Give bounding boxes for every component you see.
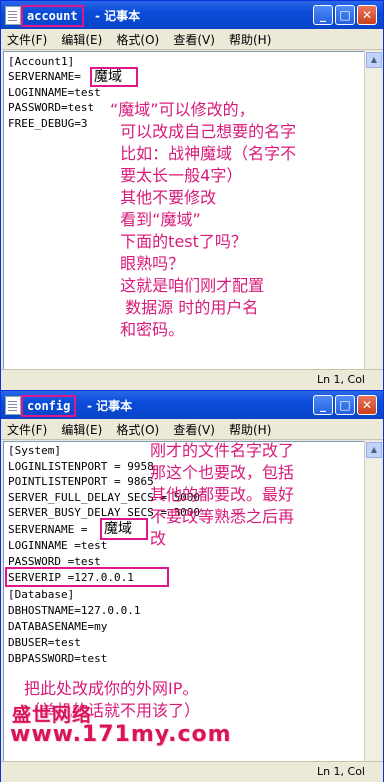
servername-value: 魔域 — [104, 521, 132, 537]
window-file-name: config — [21, 395, 77, 417]
menu-edit[interactable]: 编辑(E) — [55, 29, 105, 48]
menu-help[interactable]: 帮助(H) — [223, 29, 274, 48]
notepad-icon — [5, 6, 21, 25]
menu-view[interactable]: 查看(V) — [167, 29, 218, 48]
line-databasename: DATABASENAME=my — [8, 620, 108, 633]
vertical-scrollbar[interactable]: ▲ — [364, 441, 382, 761]
minimize-button[interactable]: _ — [313, 5, 333, 25]
menu-format[interactable]: 格式(O) — [110, 419, 162, 438]
close-button[interactable]: ✕ — [357, 395, 377, 415]
line-servername: SERVERNAME= — [8, 70, 81, 83]
title-bar[interactable]: config - 记事本 _ □ ✕ — [1, 391, 383, 419]
menu-format[interactable]: 格式(O) — [110, 29, 162, 48]
menu-view[interactable]: 查看(V) — [167, 419, 218, 438]
line-pointlistenport: POINTLISTENPORT = 9865 — [8, 475, 154, 488]
menu-bar: 文件(F) 编辑(E) 格式(O) 查看(V) 帮助(H) — [1, 29, 383, 50]
notepad-icon — [5, 396, 21, 415]
line-serverip: SERVERIP =127.0.0.1 — [8, 571, 134, 584]
menu-file[interactable]: 文件(F) — [1, 419, 50, 438]
scroll-up-icon[interactable]: ▲ — [366, 52, 382, 68]
scroll-up-icon[interactable]: ▲ — [366, 442, 382, 458]
line-free-debug: FREE_DEBUG=3 — [8, 117, 88, 130]
line-account: [Account1] — [8, 55, 75, 68]
menu-bar: 文件(F) 编辑(E) 格式(O) 查看(V) 帮助(H) — [1, 419, 383, 440]
title-bar[interactable]: account - 记事本 _ □ ✕ — [1, 1, 383, 29]
line-dbhostname: DBHOSTNAME=127.0.0.1 — [8, 604, 141, 617]
line-database: [Database] — [8, 588, 75, 601]
line-password: PASSWORD=test — [8, 101, 95, 114]
window-app-name: - 记事本 — [95, 9, 141, 23]
servername-value: 魔域 — [94, 69, 122, 85]
vertical-scrollbar[interactable]: ▲ — [364, 51, 382, 369]
watermark-url: www.171my.com — [10, 722, 232, 747]
menu-edit[interactable]: 编辑(E) — [55, 419, 105, 438]
line-dbuser: DBUSER=test — [8, 636, 81, 649]
status-bar: Ln 1, Col — [1, 761, 383, 782]
status-bar: Ln 1, Col — [1, 369, 383, 390]
annotation-note-top: 刚才的文件名字改了 那这个也要改，包括 其他的都要改。最好 不要改等熟悉之后再 … — [150, 441, 295, 548]
line-system: [System] — [8, 444, 61, 457]
menu-help[interactable]: 帮助(H) — [223, 419, 274, 438]
menu-file[interactable]: 文件(F) — [1, 29, 50, 48]
text-editor[interactable]: [Account1] SERVERNAME= 魔域 LOGINNAME=test… — [3, 51, 365, 371]
status-position: Ln 1, Col — [316, 373, 365, 386]
line-loginlistenport: LOGINLISTENPORT = 9958 — [8, 460, 154, 473]
minimize-button[interactable]: _ — [313, 395, 333, 415]
line-loginname: LOGINNAME=test — [8, 86, 101, 99]
maximize-button[interactable]: □ — [335, 395, 355, 415]
status-position: Ln 1, Col — [316, 765, 365, 778]
window-app-name: - 记事本 — [87, 399, 133, 413]
line-dbpassword: DBPASSWORD=test — [8, 652, 108, 665]
line-loginname: LOGINNAME =test — [8, 539, 108, 552]
window-file-name: account — [21, 5, 84, 27]
maximize-button[interactable]: □ — [335, 5, 355, 25]
close-button[interactable]: ✕ — [357, 5, 377, 25]
line-servername: SERVERNAME = — [8, 523, 88, 536]
notepad-window-account: account - 记事本 _ □ ✕ 文件(F) 编辑(E) 格式(O) 查看… — [0, 0, 384, 390]
annotation-note: “魔域”可以修改的， 可以改成自己想要的名字 比如：战神魔域（名字不 要太长一般… — [110, 100, 297, 339]
